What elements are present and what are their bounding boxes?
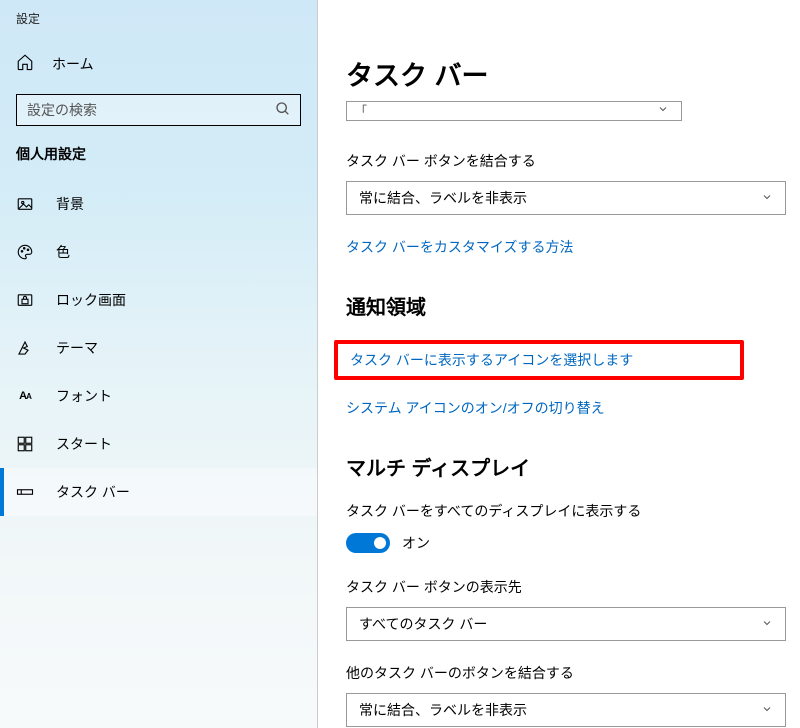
sidebar-item-lockscreen[interactable]: ロック画面	[0, 276, 317, 324]
sidebar-item-label: 色	[56, 242, 70, 262]
show-where-dropdown[interactable]: すべてのタスク バー	[346, 607, 786, 641]
sidebar-item-label: 背景	[56, 194, 84, 214]
combine-other-label: 他のタスク バーのボタンを結合する	[346, 663, 740, 683]
home-label: ホーム	[52, 54, 94, 74]
multi-display-heading: マルチ ディスプレイ	[346, 452, 740, 481]
dropdown-value: 「	[355, 104, 367, 118]
search-box[interactable]	[16, 94, 301, 126]
app-name: 設定	[0, 10, 317, 45]
chevron-down-icon	[761, 182, 773, 214]
sidebar-item-label: テーマ	[56, 338, 98, 358]
dropdown-partial[interactable]: 「	[346, 101, 682, 121]
sidebar-menu: 背景 色 ロック画面 テーマ AA フォント スタート	[0, 180, 317, 516]
sidebar-item-start[interactable]: スタート	[0, 420, 317, 468]
sidebar-item-label: タスク バー	[56, 482, 130, 502]
chevron-down-icon	[761, 694, 773, 726]
sidebar-item-background[interactable]: 背景	[0, 180, 317, 228]
combine-other-dropdown[interactable]: 常に結合、ラベルを非表示	[346, 693, 786, 727]
theme-icon	[16, 339, 34, 357]
main-content: タスク バー 「 タスク バー ボタンを結合する 常に結合、ラベルを非表示 タス…	[318, 0, 800, 728]
page-title: タスク バー	[346, 54, 740, 93]
combine-dropdown[interactable]: 常に結合、ラベルを非表示	[346, 181, 786, 215]
show-all-toggle[interactable]	[346, 533, 390, 553]
palette-icon	[16, 243, 34, 261]
dropdown-value: すべてのタスク バー	[359, 616, 487, 632]
show-all-label: タスク バーをすべてのディスプレイに表示する	[346, 501, 740, 521]
system-icons-link[interactable]: システム アイコンのオン/オフの切り替え	[346, 398, 605, 418]
section-label: 個人用設定	[0, 144, 317, 180]
customize-link[interactable]: タスク バーをカスタマイズする方法	[346, 237, 573, 257]
start-icon	[16, 435, 34, 453]
sidebar-item-taskbar[interactable]: タスク バー	[0, 468, 317, 516]
sidebar-item-label: ロック画面	[56, 290, 126, 310]
sidebar-item-label: フォント	[56, 386, 112, 406]
sidebar: 設定 ホーム 個人用設定 背景 色 ロック画	[0, 0, 318, 728]
select-icons-link[interactable]: タスク バーに表示するアイコンを選択します	[350, 350, 633, 370]
taskbar-icon	[16, 483, 34, 501]
chevron-down-icon	[761, 608, 773, 640]
chevron-down-icon	[657, 102, 669, 120]
notification-area-heading: 通知領域	[346, 291, 740, 320]
dropdown-value: 常に結合、ラベルを非表示	[359, 190, 527, 206]
sidebar-item-label: スタート	[56, 434, 112, 454]
toggle-state-label: オン	[402, 533, 430, 553]
highlighted-region: タスク バーに表示するアイコンを選択します	[334, 340, 744, 380]
sidebar-item-font[interactable]: AA フォント	[0, 372, 317, 420]
sidebar-item-theme[interactable]: テーマ	[0, 324, 317, 372]
show-where-label: タスク バー ボタンの表示先	[346, 577, 740, 597]
lockscreen-icon	[16, 291, 34, 309]
home-icon	[16, 53, 34, 74]
search-icon	[275, 101, 291, 117]
dropdown-value: 常に結合、ラベルを非表示	[359, 702, 527, 718]
search-input[interactable]	[16, 94, 301, 126]
home-button[interactable]: ホーム	[0, 45, 317, 84]
sidebar-item-color[interactable]: 色	[0, 228, 317, 276]
font-icon: AA	[16, 387, 34, 405]
image-icon	[16, 195, 34, 213]
combine-label: タスク バー ボタンを結合する	[346, 151, 740, 171]
